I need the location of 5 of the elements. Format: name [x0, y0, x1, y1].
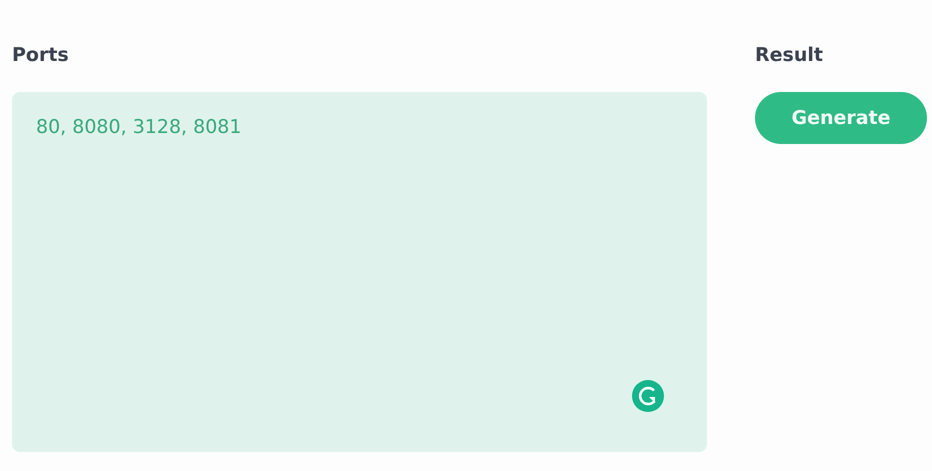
refresh-icon[interactable]	[632, 380, 664, 412]
input-field[interactable]: 80, 8080, 3128, 8081	[12, 92, 707, 452]
section-label: Result	[755, 43, 824, 68]
generate-button[interactable]: Generate	[755, 92, 927, 144]
field-label: Ports	[12, 43, 70, 68]
